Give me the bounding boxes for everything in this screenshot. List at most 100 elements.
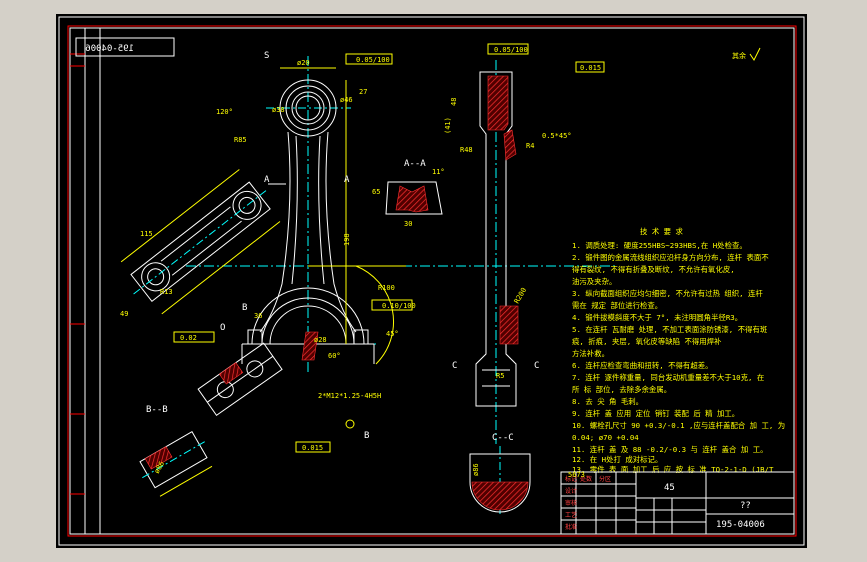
- dim-30-aa: 30: [404, 220, 412, 228]
- dim-115: 115: [140, 230, 153, 238]
- tech-item: 0.04; ø70 +0.04: [572, 433, 639, 442]
- tech-item: 9. 连杆 盖 应用 定位 销钉 装配 后 精 加工。: [572, 409, 739, 418]
- tech-requirements: 技 术 要 求 1. 调质处理: 硬度255HBS~293HBS,在 H处检查。…: [572, 227, 785, 474]
- section-c-c: C--C ø86: [469, 433, 531, 514]
- drawing-svg: 195-04006 其余 198 ø20 ø38 ø46 120° R85 27…: [58, 16, 805, 546]
- tech-title: 技 术 要 求: [640, 227, 684, 236]
- dim-arc-45: [355, 265, 394, 365]
- tech-item: 13. 零件 表 面 加工 后 应 按 标 准 TQ-2-1-D (JB/T: [572, 465, 774, 474]
- dim-198: 198: [343, 233, 351, 246]
- section-mark-b: B: [242, 303, 247, 313]
- shank-rib-left: [291, 135, 298, 285]
- shank-rib-right: [318, 135, 325, 285]
- title-block: 标记 处数 分区 设计 审核 工艺 批准 5673 45 ?? 195-0400…: [560, 471, 795, 535]
- scale-value: 45: [664, 483, 675, 493]
- dim-a60: 60°: [328, 352, 341, 360]
- dim-r13: R13: [160, 288, 173, 296]
- title-header: 分区: [599, 475, 611, 483]
- dim-a45: 45°: [386, 330, 399, 338]
- dim-65: 65: [372, 188, 380, 196]
- tech-item: 8. 去 尖 角 毛刺。: [572, 397, 643, 406]
- dim-d20: ø20: [297, 59, 310, 67]
- shank-left-edge: [259, 131, 291, 333]
- dim-a120: 120°: [216, 108, 233, 116]
- dim-d38: ø38: [272, 106, 285, 114]
- section-c-c-hatch: [471, 481, 529, 511]
- dim-36: 36: [254, 312, 262, 320]
- dim-27: 27: [359, 88, 367, 96]
- tol-side: 0.05/100: [494, 46, 528, 54]
- roughness-check-icon: [749, 47, 761, 61]
- section-a-a: A--A 30 65 11°: [372, 159, 445, 228]
- section-a-a-hatch: [395, 185, 429, 213]
- tech-item: 需在 规定 部位进行检查。: [572, 301, 662, 310]
- tech-item: 11. 连杆 盖 及 88 -0.2/-0.3 与 连杆 盖合 加 工。: [572, 445, 767, 454]
- dim-49: 49: [120, 310, 128, 318]
- title-row: 批准: [565, 523, 577, 531]
- drawing-canvas[interactable]: 195-04006 其余 198 ø20 ø38 ø46 120° R85 27…: [56, 14, 807, 548]
- shank-right-edge: [325, 131, 357, 333]
- main-view: 198 ø20 ø38 ø46 120° R85 27 R100 45° ø28…: [173, 51, 616, 453]
- dim-r200: R200: [513, 286, 528, 305]
- corner-stamp-number: 195-04006: [85, 44, 134, 54]
- tech-item: 2. 锻件图的金属流线组织应沿杆身方向分布, 连杆 表面不: [572, 253, 769, 262]
- section-b-b: B--B ø86: [139, 405, 213, 497]
- section-a-a-title: A--A: [404, 159, 426, 169]
- tech-item: 4. 锻件拔模斜度不大于 7°, 未注明圆角半径R3。: [572, 313, 742, 322]
- dim-r4: R4: [526, 142, 534, 150]
- bolt-boss-left: [247, 329, 263, 345]
- dim-a11: 11°: [432, 168, 445, 176]
- section-mark-s: S: [264, 51, 269, 61]
- section-b-b-title: B--B: [146, 405, 168, 415]
- tech-item: 3. 纵向截面组织应均匀细密, 不允许有过热 组织, 连杆: [572, 289, 763, 298]
- title-row: 工艺: [565, 511, 577, 519]
- tech-item: 7. 连杆 逐件称重量, 同台发动机重量差不大于10克, 在: [572, 373, 764, 382]
- dim-d46: ø46: [340, 96, 353, 104]
- tech-item: 5. 在连杆 瓦耐磨 处理, 不加工表面涂防锈漆, 不得有斑: [572, 325, 768, 334]
- bolt-boss-right: [353, 329, 369, 345]
- tech-item: 方法补救。: [572, 349, 609, 358]
- tech-item: 10. 螺栓孔尺寸 90 +0.3/-0.1 ,应与连杆盖配合 加 工, 为: [572, 421, 785, 430]
- tech-item: 12. 在 H处打 成对标记。: [572, 455, 662, 464]
- tech-item: 所 标 部位, 去除多余金属。: [572, 385, 671, 394]
- part-name: ??: [740, 501, 751, 511]
- tech-item: 得有裂纹, 不得有折叠及断纹, 不允许有氧化皮,: [572, 265, 735, 274]
- title-row: 审核: [565, 499, 577, 507]
- title-row: 设计: [565, 487, 577, 495]
- corner-mark: 其余: [732, 51, 746, 60]
- section-mark-c-right: C: [534, 361, 539, 371]
- side-rib-hatch: [503, 129, 517, 161]
- section-mark-a-right: A: [344, 175, 350, 185]
- tech-item: 6. 连杆应检查弯曲和扭转, 不得有超差。: [572, 361, 713, 370]
- tech-item: 1. 调质处理: 硬度255HBS~293HBS,在 H处检查。: [572, 241, 747, 250]
- dim-41: (41): [444, 117, 452, 134]
- side-small-end-hatch: [487, 75, 509, 131]
- dim-chamfer: 0.5*45°: [542, 132, 572, 140]
- part-number: 195-04006: [716, 520, 765, 530]
- tech-item: 油污及夹杂。: [572, 277, 616, 286]
- cad-viewport[interactable]: 195-04006 其余 198 ø20 ø38 ø46 120° R85 27…: [0, 0, 867, 562]
- dim-r5: R5: [496, 372, 504, 380]
- section-mark-o: O: [220, 323, 225, 333]
- dim-d28: ø28: [314, 336, 327, 344]
- tol-002: 0.02: [180, 334, 197, 342]
- dim-r48: R48: [460, 146, 473, 154]
- section-mark-c-left: C: [452, 361, 457, 371]
- tol-01: 0.10/100: [382, 302, 416, 310]
- bolt-boss-detail: [197, 342, 283, 416]
- tech-item: 痕, 折痕, 夹层, 氧化皮等缺陷 不得用焊补: [572, 337, 722, 346]
- datum-marker: [345, 419, 355, 429]
- dim-r85: R85: [234, 136, 247, 144]
- side-big-end-hatch: [499, 305, 519, 345]
- dim-d86: ø86: [472, 463, 480, 476]
- tol-0015: 0.015: [302, 444, 323, 452]
- dim-r100: R100: [378, 284, 395, 292]
- dim-thread: 2*M12*1.25-4H5H: [318, 392, 381, 400]
- section-mark-b-lower: B: [364, 431, 369, 441]
- dim-48: 48: [450, 98, 458, 106]
- material-code: 5673: [568, 471, 585, 479]
- tol-005: 0.05/100: [356, 56, 390, 64]
- aux-view-rotated: [120, 169, 281, 315]
- section-c-c-title: C--C: [492, 433, 514, 443]
- tol-side2: 0.015: [580, 64, 601, 72]
